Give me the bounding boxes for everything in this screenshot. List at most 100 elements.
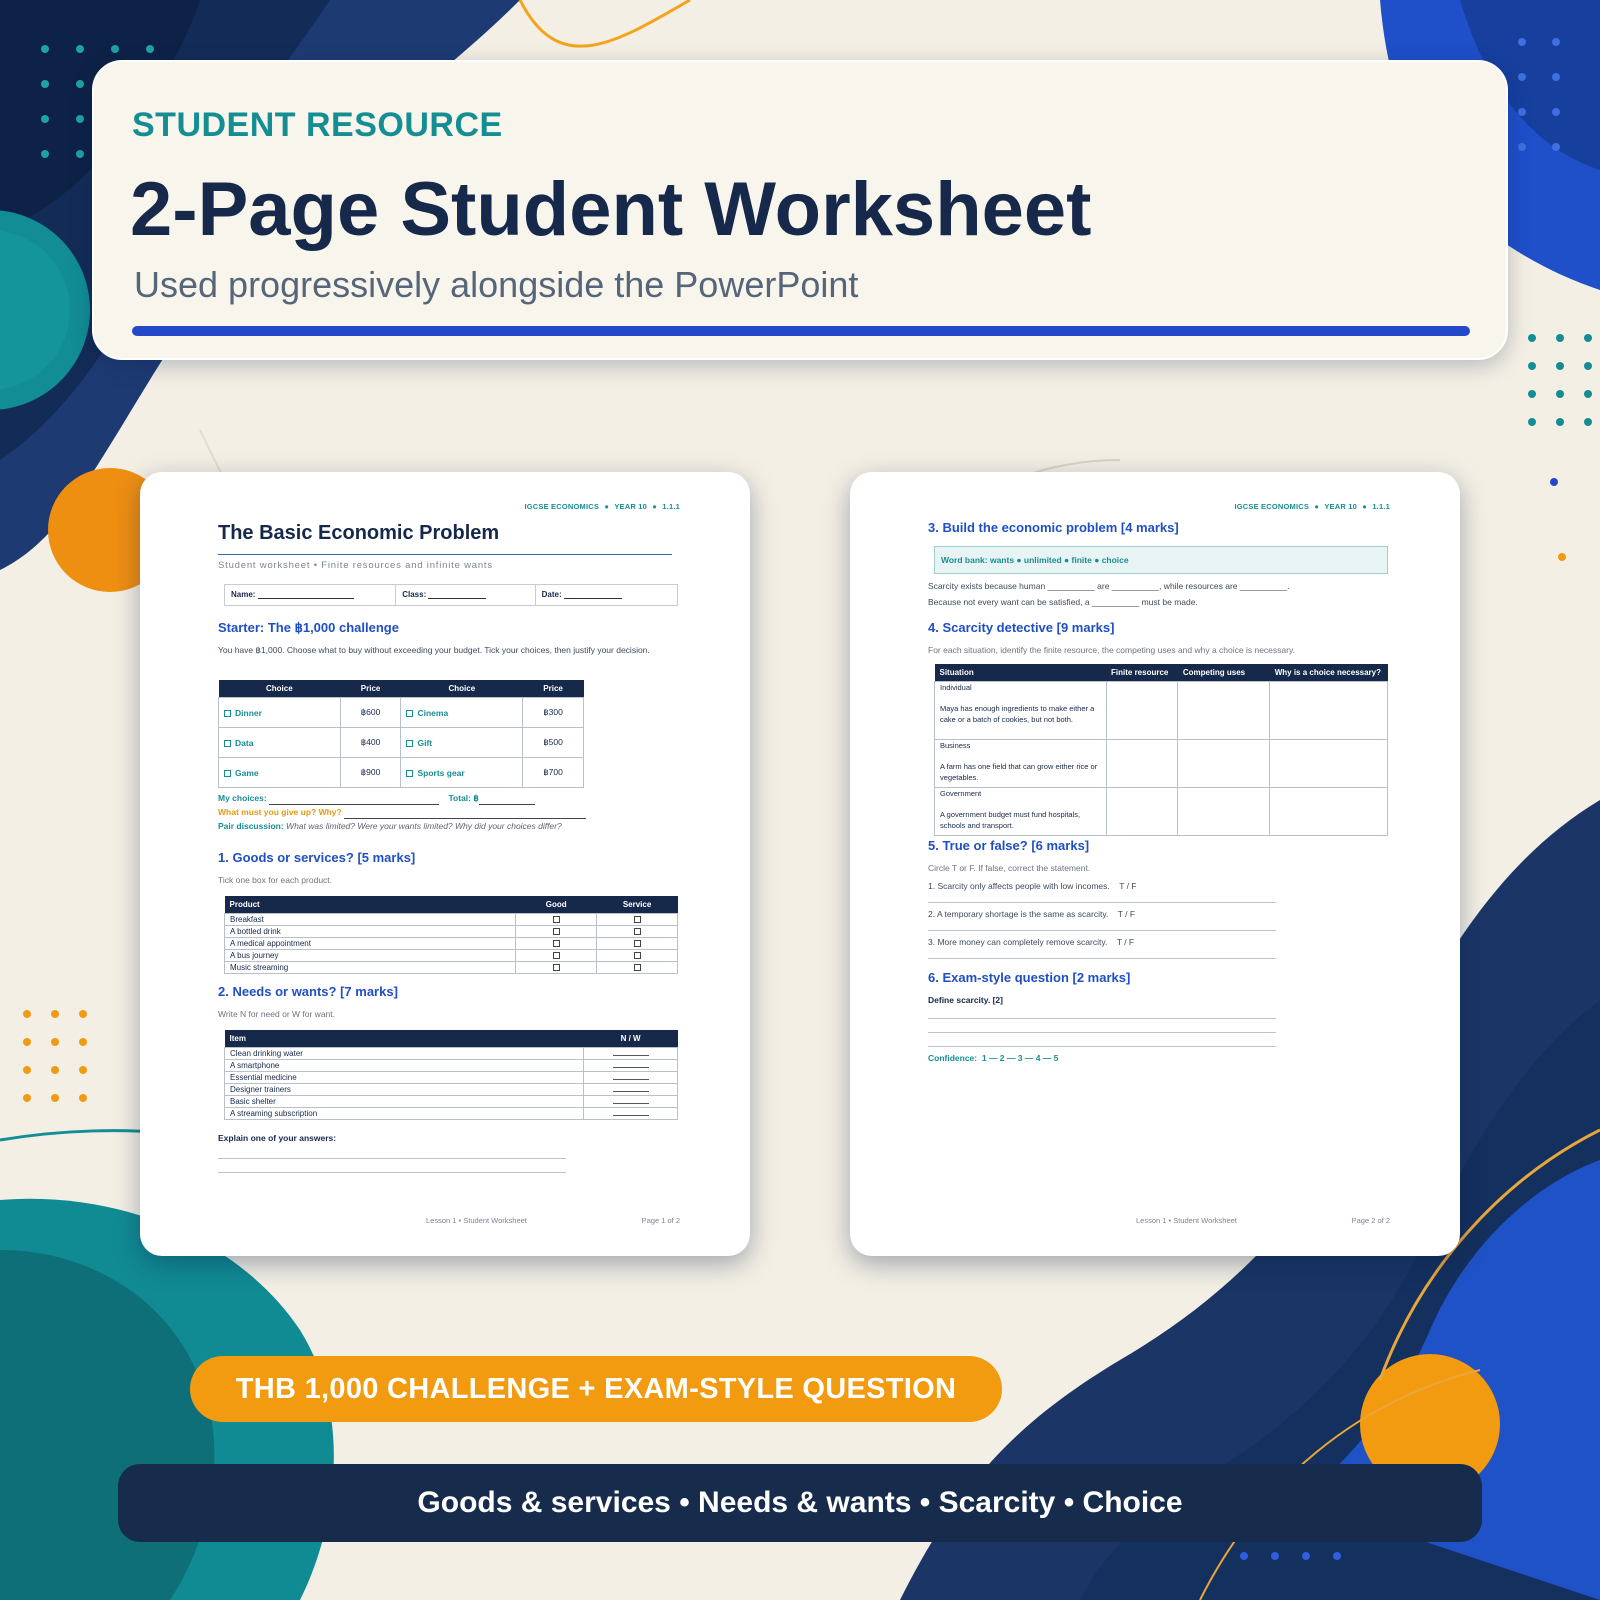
answer-line[interactable] (928, 958, 1276, 959)
item-header: Item (224, 1030, 584, 1048)
accent-divider (132, 326, 1470, 336)
q3-sentence-2: Because not every want can be satisfied,… (928, 597, 1198, 607)
checkbox[interactable] (633, 916, 641, 924)
confidence-options[interactable]: 1 — 2 — 3 — 4 — 5 (982, 1053, 1059, 1063)
student-details-box: Name: Class: Date: (224, 584, 678, 606)
answer-cell[interactable] (1105, 681, 1179, 740)
checkbox[interactable] (552, 964, 560, 972)
checkbox[interactable] (406, 769, 414, 777)
running-head: IGCSE ECONOMICS ● YEAR 10 ● 1.1.1 (524, 502, 680, 511)
tf-option[interactable]: T / F (1118, 909, 1135, 919)
answer-blank[interactable] (344, 811, 587, 819)
answer-cell[interactable] (1177, 739, 1271, 788)
q6-heading: 6. Exam-style question [2 marks] (928, 970, 1131, 985)
name-field[interactable]: Name: (225, 585, 397, 605)
lesson-code: 1.1.1 (1372, 502, 1390, 511)
give-up-line: What must you give up? Why? (218, 806, 678, 819)
answer-cell[interactable] (1105, 739, 1179, 788)
checkbox[interactable] (224, 709, 231, 717)
product-header: Product (224, 896, 516, 914)
class-field[interactable]: Class: (396, 585, 536, 605)
answer-blank[interactable] (478, 797, 535, 805)
answer-line[interactable] (928, 902, 1276, 903)
answer-blank[interactable] (612, 1086, 649, 1092)
situation-text: Maya has enough ingredients to make eith… (940, 703, 1095, 724)
course-label: IGCSE ECONOMICS (1234, 502, 1310, 511)
q2-heading: 2. Needs or wants? [7 marks] (218, 984, 398, 999)
answer-line[interactable] (928, 1032, 1276, 1033)
situation-header: Situation (934, 664, 1107, 682)
answer-line[interactable] (928, 1018, 1276, 1019)
checkbox[interactable] (633, 964, 641, 972)
topics-bar: Goods & services • Needs & wants • Scarc… (118, 1464, 1482, 1542)
checkbox[interactable] (224, 769, 231, 777)
tf-option[interactable]: T / F (1117, 937, 1134, 947)
q2-instruction: Write N for need or W for want. (218, 1009, 335, 1019)
finite-resource-header: Finite resource (1106, 664, 1178, 682)
service-header: Service (596, 896, 678, 914)
date-field[interactable]: Date: (536, 585, 677, 605)
price-cell: ฿700 (522, 757, 584, 788)
good-header: Good (515, 896, 597, 914)
price-cell: ฿500 (522, 727, 584, 758)
answer-blank[interactable] (612, 1062, 649, 1068)
answer-cell[interactable] (1269, 681, 1388, 740)
answer-blank[interactable] (612, 1074, 649, 1080)
situation-type: Business (940, 741, 971, 750)
answer-line[interactable] (218, 1158, 566, 1159)
q6-prompt: Define scarcity. [2] (928, 995, 1003, 1005)
answer-blank[interactable] (612, 1110, 649, 1116)
my-choices-line: My choices: Total: ฿ (218, 792, 678, 805)
answer-line[interactable] (218, 1172, 566, 1173)
checkbox[interactable] (633, 928, 641, 936)
checkbox[interactable] (406, 739, 414, 747)
confidence-scale: Confidence: 1 — 2 — 3 — 4 — 5 (928, 1053, 1059, 1063)
choice-option[interactable]: Gift (400, 727, 524, 758)
situation-text: A government budget must fund hospitals,… (940, 809, 1081, 830)
answer-cell[interactable] (1177, 681, 1271, 740)
table-row: A bottled drink (223, 925, 678, 938)
separator-dot: ● (1314, 502, 1320, 511)
table-row: Government A government budget must fund … (934, 787, 1388, 836)
table-row: A medical appointment (223, 937, 678, 950)
answer-blank[interactable] (269, 797, 440, 805)
footer-page-number: Page 1 of 2 (641, 1216, 680, 1225)
checkbox[interactable] (633, 952, 641, 960)
footer-lesson: Lesson 1 • Student Worksheet (426, 1216, 527, 1225)
answer-cell[interactable] (1269, 739, 1388, 788)
checkbox[interactable] (633, 940, 641, 948)
choice-option[interactable]: Sports gear (400, 757, 524, 788)
answer-line[interactable] (928, 1046, 1276, 1047)
choice-option[interactable]: Dinner (218, 697, 341, 728)
choice-option[interactable]: Cinema (400, 697, 524, 728)
price-header: Price (340, 680, 401, 698)
tf-statement: 2. A temporary shortage is the same as s… (928, 909, 1136, 919)
table-row: Individual Maya has enough ingredients to… (934, 681, 1388, 740)
checkbox[interactable] (224, 739, 231, 747)
tf-option[interactable]: T / F (1119, 881, 1136, 891)
scarcity-detective-table: Situation Finite resource Competing uses… (934, 664, 1388, 836)
checkbox[interactable] (552, 916, 560, 924)
answer-cell[interactable] (1269, 787, 1388, 836)
checkbox[interactable] (552, 952, 560, 960)
goods-services-table: Product Good Service Breakfast A bottled… (223, 896, 678, 974)
choice-option[interactable]: Game (218, 757, 341, 788)
q3-heading: 3. Build the economic problem [4 marks] (928, 520, 1179, 535)
price-cell: ฿400 (339, 727, 402, 758)
answer-cell[interactable] (1105, 787, 1179, 836)
checkbox[interactable] (406, 709, 414, 717)
checkbox[interactable] (552, 940, 560, 948)
answer-cell[interactable] (1177, 787, 1271, 836)
situation-type: Government (940, 789, 982, 798)
answer-blank[interactable] (612, 1098, 649, 1104)
header-card: STUDENT RESOURCE 2-Page Student Workshee… (92, 60, 1508, 360)
worksheet-title: The Basic Economic Problem (218, 522, 500, 544)
table-row: A smartphone (223, 1059, 678, 1072)
answer-line[interactable] (928, 930, 1276, 931)
separator-dot: ● (652, 502, 658, 511)
choice-option[interactable]: Data (218, 727, 341, 758)
starter-instructions: You have ฿1,000. Choose what to buy with… (218, 645, 650, 655)
price-cell: ฿600 (339, 697, 402, 728)
checkbox[interactable] (552, 928, 560, 936)
answer-blank[interactable] (612, 1050, 649, 1056)
